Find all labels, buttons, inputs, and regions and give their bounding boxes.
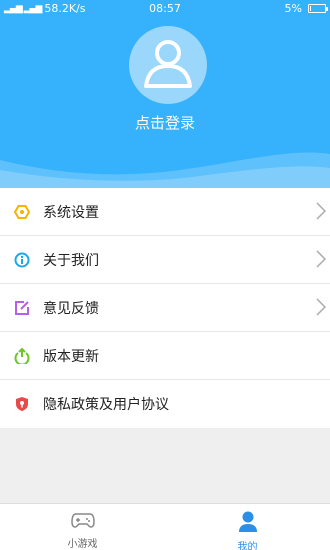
login-link[interactable]: 点击登录 bbox=[0, 112, 330, 133]
chevron-right-icon bbox=[316, 298, 327, 320]
info-icon bbox=[14, 252, 30, 268]
menu-item-label: 系统设置 bbox=[43, 204, 99, 221]
battery-percent: 5% bbox=[284, 2, 302, 15]
chevron-right-icon bbox=[316, 202, 327, 224]
menu-item-system-settings[interactable]: 系统设置 bbox=[0, 188, 330, 236]
profile-header: ▂▄▆ ▂▄▆ 58.2K/s 08:57 5% 点击登录 bbox=[0, 0, 330, 188]
avatar[interactable] bbox=[129, 26, 207, 104]
tab-mini-games[interactable]: 小游戏 bbox=[0, 504, 165, 550]
clock: 08:57 bbox=[149, 2, 181, 15]
user-avatar-icon bbox=[144, 40, 192, 88]
user-icon bbox=[238, 511, 258, 533]
menu-item-version-update[interactable]: 版本更新 bbox=[0, 332, 330, 380]
menu-item-feedback[interactable]: 意见反馈 bbox=[0, 284, 330, 332]
bottom-tab-bar: 小游戏 我的 bbox=[0, 503, 330, 550]
shield-icon bbox=[14, 396, 30, 412]
edit-icon bbox=[14, 300, 30, 316]
menu-item-label: 意见反馈 bbox=[43, 300, 99, 317]
header-wave-decoration bbox=[0, 152, 330, 188]
tab-label: 我的 bbox=[237, 542, 258, 550]
update-icon bbox=[14, 347, 30, 364]
status-bar: ▂▄▆ ▂▄▆ 58.2K/s 08:57 5% bbox=[0, 0, 330, 18]
menu-item-label: 关于我们 bbox=[43, 252, 99, 269]
menu-item-privacy-policy[interactable]: 隐私政策及用户协议 bbox=[0, 380, 330, 428]
battery-icon bbox=[308, 4, 328, 13]
menu-item-label: 隐私政策及用户协议 bbox=[43, 397, 169, 413]
tab-label: 小游戏 bbox=[67, 539, 98, 550]
menu-item-label: 版本更新 bbox=[43, 348, 99, 365]
chevron-right-icon bbox=[316, 250, 327, 272]
tab-mine[interactable]: 我的 bbox=[165, 504, 330, 550]
menu-item-about-us[interactable]: 关于我们 bbox=[0, 236, 330, 284]
settings-menu: 系统设置 关于我们 意见反馈 版本更新 隐私政策及用户协议 bbox=[0, 188, 330, 428]
gamepad-icon bbox=[70, 511, 95, 530]
gear-icon bbox=[14, 204, 30, 220]
